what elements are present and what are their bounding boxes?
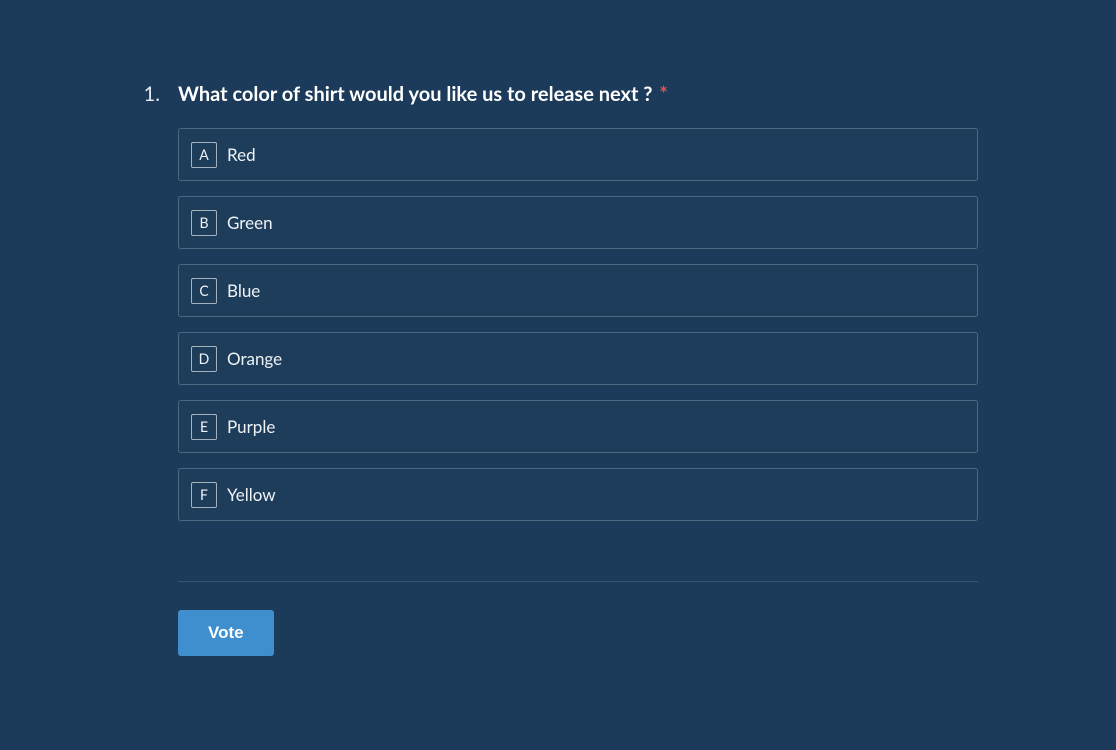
divider <box>178 581 978 582</box>
option-letter: F <box>191 482 217 508</box>
option-label: Red <box>227 144 256 165</box>
option-label: Green <box>227 212 273 233</box>
option-b[interactable]: B Green <box>178 196 978 249</box>
option-f[interactable]: F Yellow <box>178 468 978 521</box>
option-c[interactable]: C Blue <box>178 264 978 317</box>
option-letter: C <box>191 278 217 304</box>
vote-button[interactable]: Vote <box>178 610 274 656</box>
option-letter: E <box>191 414 217 440</box>
option-letter: B <box>191 210 217 236</box>
options-list: A Red B Green C Blue D Orange E Purple F… <box>178 128 978 521</box>
poll-container: 1. What color of shirt would you like us… <box>138 82 978 656</box>
option-label: Blue <box>227 280 260 301</box>
option-a[interactable]: A Red <box>178 128 978 181</box>
question-text: What color of shirt would you like us to… <box>178 82 668 106</box>
option-e[interactable]: E Purple <box>178 400 978 453</box>
question-number: 1. <box>138 82 160 106</box>
option-label: Orange <box>227 348 282 369</box>
option-label: Purple <box>227 416 275 437</box>
option-label: Yellow <box>227 484 276 505</box>
option-d[interactable]: D Orange <box>178 332 978 385</box>
question-row: 1. What color of shirt would you like us… <box>138 82 978 106</box>
question-text-label: What color of shirt would you like us to… <box>178 82 652 106</box>
option-letter: D <box>191 346 217 372</box>
required-mark: * <box>659 82 668 106</box>
option-letter: A <box>191 142 217 168</box>
